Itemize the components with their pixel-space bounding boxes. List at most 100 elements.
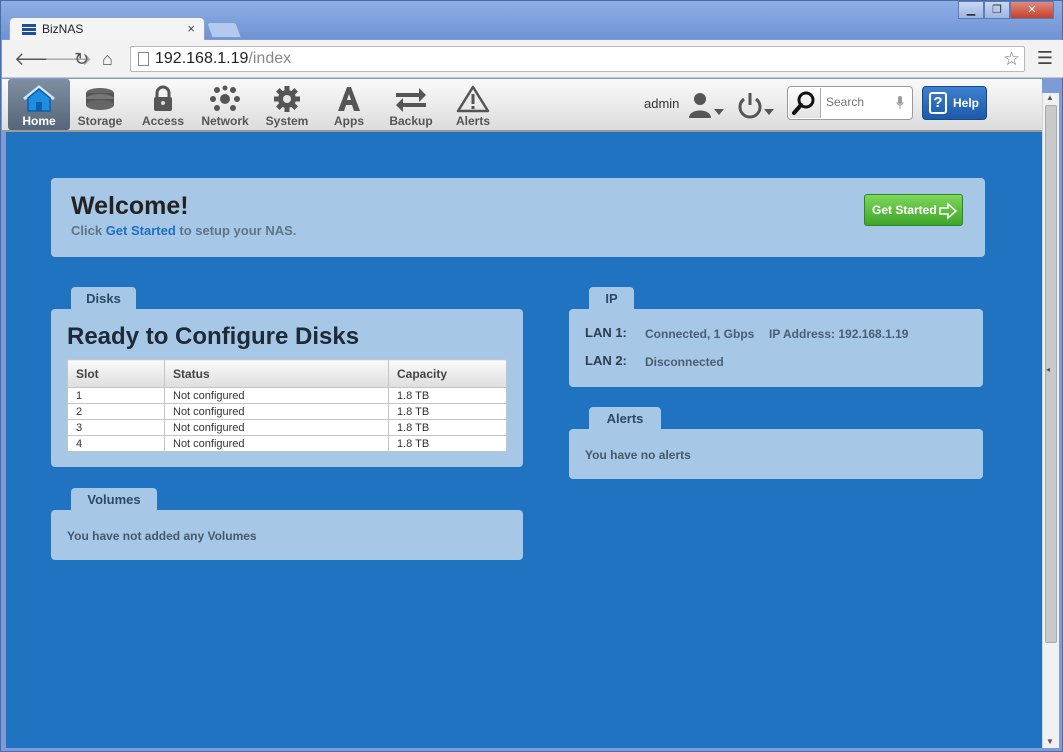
nav-label: Alerts	[455, 114, 490, 128]
slot-cell: 1	[67, 387, 165, 404]
nav-label: Network	[201, 114, 249, 128]
disks-tab: Disks	[71, 287, 136, 311]
storage-icon	[86, 88, 114, 110]
power-menu-icon[interactable]	[738, 91, 778, 119]
nav-storage[interactable]: Storage	[69, 79, 131, 130]
slot-cell: 4	[67, 435, 165, 452]
network-icon	[210, 85, 240, 111]
slot-cell: 2	[67, 403, 165, 420]
biznas-favicon-icon	[22, 24, 36, 35]
nav-label: Storage	[77, 114, 123, 128]
reload-icon[interactable]: ↻	[74, 49, 89, 70]
gear-icon	[274, 86, 300, 112]
help-icon: ?	[929, 92, 947, 114]
nav-home[interactable]: Home	[8, 79, 70, 130]
get-started-link[interactable]: Get Started	[106, 223, 176, 238]
status-cell: Not configured	[164, 403, 389, 420]
url-text: 192.168.1.19/index	[155, 50, 292, 67]
get-started-label: Get Started	[872, 203, 937, 217]
disks-heading: Ready to Configure Disks	[67, 323, 360, 350]
user-name: admin	[644, 96, 680, 111]
nav-label: Backup	[389, 114, 433, 128]
table-header-row: Slot Status Capacity	[67, 359, 507, 388]
nav-network[interactable]: Network	[194, 79, 256, 130]
browser-menu-icon[interactable]: ☰	[1037, 48, 1053, 69]
help-label: Help	[953, 96, 980, 110]
address-input[interactable]: 192.168.1.19/index ☆	[130, 46, 1025, 72]
column-header: Capacity	[388, 359, 507, 388]
nav-apps[interactable]: Apps	[318, 79, 380, 130]
scroll-up-icon[interactable]: ▲	[1046, 93, 1054, 102]
backup-icon	[396, 88, 426, 112]
disks-panel: Ready to Configure Disks Slot Status Cap…	[51, 309, 523, 467]
search-button[interactable]	[789, 88, 821, 118]
nav-label: Access	[141, 114, 185, 128]
lan1-label: LAN 1:	[585, 325, 627, 340]
welcome-text: Click Get Started to setup your NAS.	[71, 223, 297, 238]
status-cell: Not configured	[164, 419, 389, 436]
column-header: Status	[164, 359, 389, 388]
browser-tab[interactable]: BizNAS ×	[9, 17, 205, 40]
lan1-status: Connected, 1 Gbps	[645, 327, 755, 341]
browser-window: BizNAS × ▁ ❐ ✕ 🡐 🡒 ↻ ⌂ 192.168.1.19/inde…	[0, 0, 1063, 752]
capacity-cell: 1.8 TB	[388, 435, 507, 452]
search-box	[787, 86, 913, 120]
capacity-cell: 1.8 TB	[388, 403, 507, 420]
alert-icon	[456, 85, 490, 113]
new-tab-button[interactable]	[206, 22, 242, 38]
microphone-icon[interactable]	[896, 96, 904, 110]
table-row: 1 Not configured 1.8 TB	[67, 387, 507, 404]
scroll-indicator-icon: ◂	[1046, 365, 1051, 374]
browser-toolbar: 🡐 🡒 ↻ ⌂ 192.168.1.19/index ☆ ☰	[2, 40, 1063, 78]
lan2-label: LAN 2:	[585, 353, 627, 368]
app-nav-bar: Home Storage Access Network System Apps …	[2, 79, 1042, 132]
nav-label: Home	[22, 114, 56, 128]
volumes-message: You have not added any Volumes	[67, 529, 257, 543]
nav-label: Apps	[334, 114, 364, 128]
scrollbar-thumb[interactable]	[1045, 105, 1057, 643]
table-row: 3 Not configured 1.8 TB	[67, 419, 507, 436]
table-row: 4 Not configured 1.8 TB	[67, 435, 507, 452]
slot-cell: 3	[67, 419, 165, 436]
nav-system[interactable]: System	[256, 79, 318, 130]
bookmark-star-icon[interactable]: ☆	[1003, 48, 1020, 71]
close-window-button[interactable]: ✕	[1010, 1, 1054, 19]
ip-tab: IP	[589, 287, 634, 311]
get-started-button[interactable]: Get Started	[864, 194, 963, 226]
welcome-panel: Welcome! Click Get Started to setup your…	[51, 178, 985, 257]
volumes-tab: Volumes	[71, 488, 157, 512]
tab-close-icon[interactable]: ×	[187, 21, 195, 36]
arrow-right-icon	[939, 202, 958, 220]
lock-icon	[154, 85, 172, 111]
capacity-cell: 1.8 TB	[388, 419, 507, 436]
main-content: Welcome! Click Get Started to setup your…	[6, 132, 1042, 748]
nav-alerts[interactable]: Alerts	[442, 79, 504, 130]
nav-label: System	[265, 114, 309, 128]
user-menu-icon[interactable]	[688, 91, 728, 119]
help-button[interactable]: ? Help	[922, 86, 987, 120]
status-cell: Not configured	[164, 435, 389, 452]
nav-backup[interactable]: Backup	[380, 79, 442, 130]
home-page-icon[interactable]: ⌂	[102, 49, 113, 70]
window-controls: ▁ ❐ ✕	[958, 1, 1054, 19]
table-row: 2 Not configured 1.8 TB	[67, 403, 507, 420]
browser-titlebar: BizNAS × ▁ ❐ ✕	[1, 1, 1062, 40]
page-icon	[138, 52, 149, 66]
page-scrollbar[interactable]: ▲ ◂ ▼	[1042, 93, 1059, 748]
alerts-message: You have no alerts	[585, 448, 691, 462]
nav-access[interactable]: Access	[132, 79, 194, 130]
capacity-cell: 1.8 TB	[388, 387, 507, 404]
alerts-tab: Alerts	[589, 407, 661, 431]
search-icon	[792, 91, 815, 115]
status-cell: Not configured	[164, 387, 389, 404]
scroll-down-icon[interactable]: ▼	[1046, 737, 1054, 746]
ip-panel: LAN 1: Connected, 1 Gbps IP Address: 192…	[569, 309, 983, 387]
tab-title: BizNAS	[42, 22, 84, 36]
search-input[interactable]	[826, 95, 890, 109]
minimize-button[interactable]: ▁	[958, 1, 984, 19]
welcome-title: Welcome!	[71, 192, 189, 220]
disks-table: Slot Status Capacity 1 Not configured 1.…	[67, 359, 507, 452]
apps-icon	[338, 87, 360, 111]
lan2-status: Disconnected	[645, 355, 724, 369]
maximize-button[interactable]: ❐	[984, 1, 1010, 19]
